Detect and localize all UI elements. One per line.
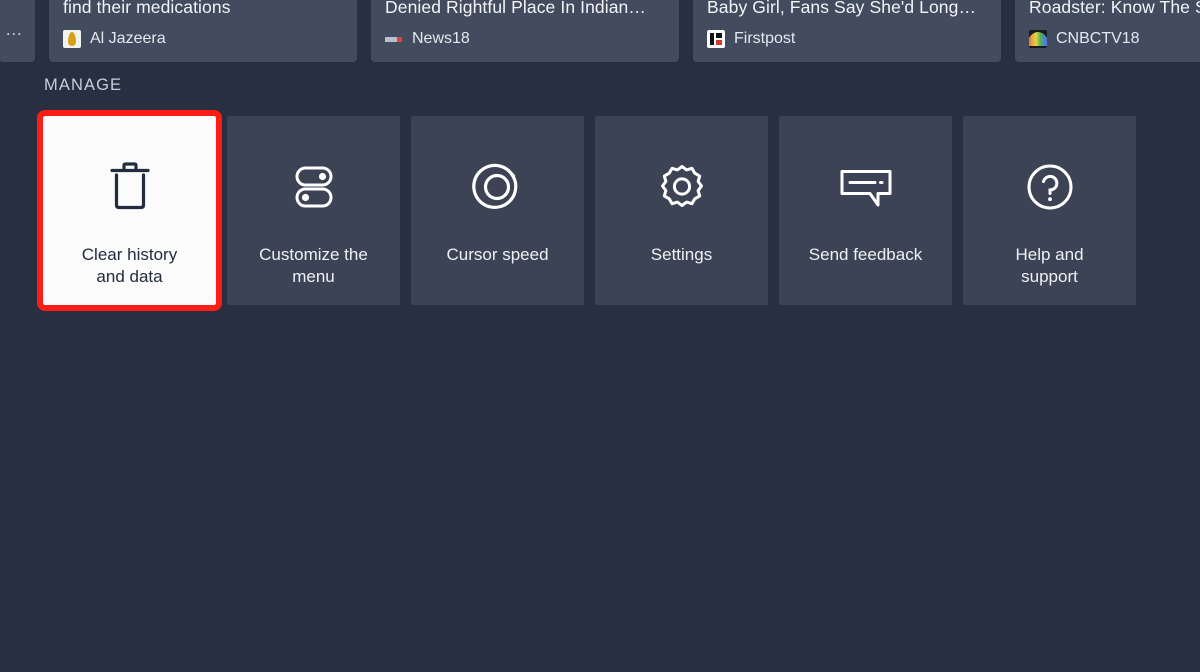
tile-label: Help and support — [1015, 245, 1084, 286]
cursor-speed-dial-icon — [411, 158, 584, 216]
news-card-title: As Priyanka And Nick Welcome A Baby Girl… — [707, 0, 977, 17]
manage-tile-row: Clear history and data Customize the men… — [37, 110, 1136, 311]
tile-label: Customize the menu — [259, 245, 368, 286]
tile-cursor-speed[interactable]: Cursor speed — [411, 116, 584, 305]
tile-customize-the-menu[interactable]: Customize the menu — [227, 116, 400, 305]
trash-can-icon — [43, 158, 216, 216]
news-card-source: News18 — [385, 28, 665, 50]
toggle-switches-icon — [227, 158, 400, 216]
news-card-source: CNBCTV18 — [1029, 28, 1200, 50]
news-card-source-name: Firstpost — [734, 30, 796, 47]
news-card-source-name: News18 — [412, 30, 470, 47]
news-card[interactable]: As Priyanka And Nick Welcome A Baby Girl… — [693, 0, 1001, 62]
tile-label: Settings — [650, 245, 713, 264]
news-card-source-name: Al Jazeera — [90, 30, 166, 47]
news-card[interactable]: Mahindra Relaunches Roadster: Know The S… — [1015, 0, 1200, 62]
news-card-title: In Iran, patients are struggling to find… — [63, 0, 231, 17]
tile-send-feedback[interactable]: Send feedback — [779, 116, 952, 305]
news-card-title: Mahindra Relaunches Roadster: Know The S… — [1029, 0, 1200, 17]
cnbctv18-logo-icon — [1029, 30, 1047, 48]
news-card[interactable]: … — [0, 0, 35, 62]
news18-logo-icon — [385, 30, 403, 48]
question-mark-circle-icon — [963, 158, 1136, 216]
news-card-source: Al Jazeera — [63, 28, 343, 50]
tile-label: Clear history and data — [81, 245, 178, 286]
tile-settings[interactable]: Settings — [595, 116, 768, 305]
gear-icon — [595, 158, 768, 216]
manage-section-label: MANAGE — [44, 76, 123, 94]
news-card-title: … — [5, 19, 23, 39]
tile-label: Cursor speed — [446, 245, 549, 264]
news-card-source-name: CNBCTV18 — [1056, 30, 1140, 47]
tile-label: Send feedback — [808, 245, 923, 264]
app-root: … In Iran, patients are struggling to fi… — [0, 0, 1200, 672]
news-card-source: Firstpost — [707, 28, 987, 50]
al-jazeera-logo-icon — [63, 30, 81, 48]
tile-help-and-support[interactable]: Help and support — [963, 116, 1136, 305]
news-card[interactable]: Subhash Chandra Bose | Netaji Denied Rig… — [371, 0, 679, 62]
news-card[interactable]: In Iran, patients are struggling to find… — [49, 0, 357, 62]
firstpost-logo-icon — [707, 30, 725, 48]
news-card-strip: … In Iran, patients are struggling to fi… — [0, 0, 1200, 62]
tile-clear-history-and-data[interactable]: Clear history and data — [37, 110, 222, 311]
feedback-bubble-icon — [779, 158, 952, 216]
news-card-title: Subhash Chandra Bose | Netaji Denied Rig… — [385, 0, 646, 17]
